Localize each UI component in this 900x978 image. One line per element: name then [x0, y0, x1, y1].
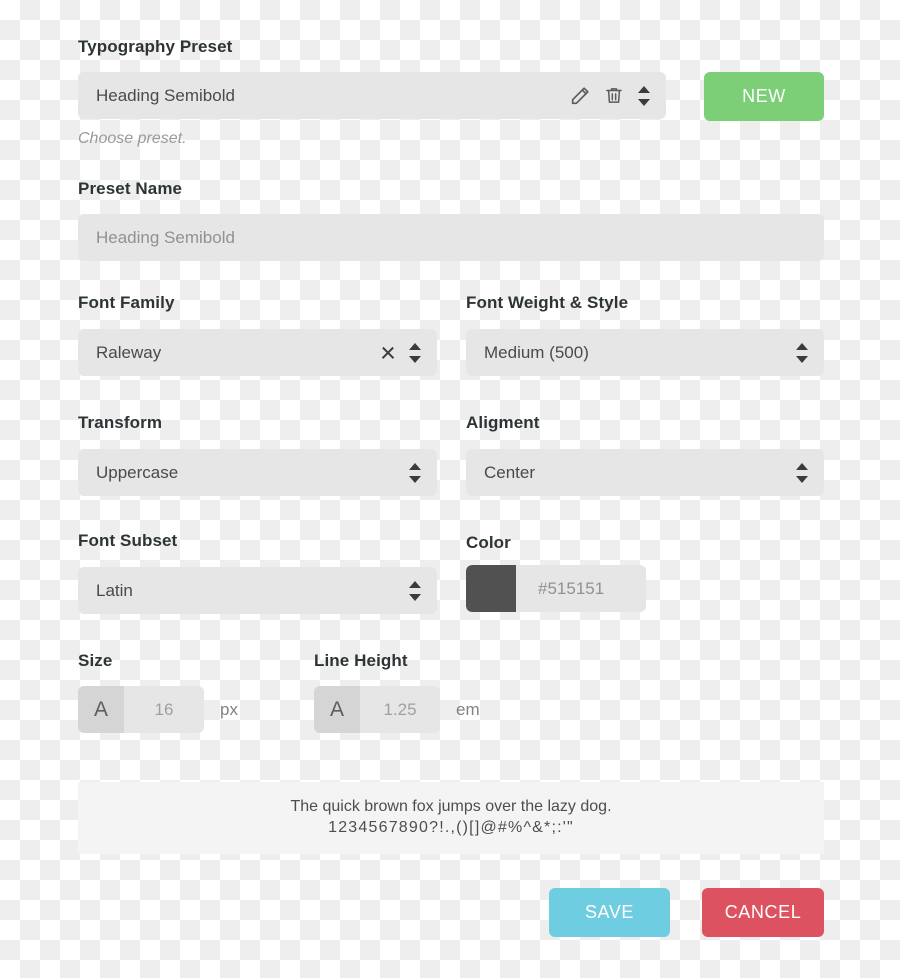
font-weight-select[interactable]: Medium (500) — [466, 329, 824, 376]
line-height-input-group[interactable]: A 1.25 em — [314, 686, 480, 733]
typography-preset-select[interactable]: Heading Semibold — [78, 72, 666, 119]
transform-label: Transform — [78, 413, 163, 432]
preview-glyph-text: 1234567890?!.,()[]@#%^&*;:'" — [328, 819, 574, 836]
pencil-icon[interactable] — [563, 79, 597, 113]
updown-spinner-icon[interactable] — [402, 456, 428, 490]
size-input[interactable]: 16 — [124, 686, 204, 733]
updown-spinner-icon[interactable] — [402, 574, 428, 608]
line-height-unit: em — [456, 699, 480, 719]
font-weight-value: Medium (500) — [484, 342, 589, 362]
font-family-label: Font Family — [78, 293, 175, 312]
color-label: Color — [466, 533, 511, 552]
color-picker[interactable]: #515151 — [466, 565, 646, 612]
font-size-glyph-icon: A — [78, 686, 124, 733]
preview-sample-text: The quick brown fox jumps over the lazy … — [290, 798, 612, 816]
typography-preset-value: Heading Semibold — [96, 85, 235, 105]
updown-spinner-icon[interactable] — [631, 79, 657, 113]
color-hex-value: #515151 — [538, 578, 605, 598]
font-family-value: Raleway — [96, 342, 162, 362]
close-x-icon[interactable] — [376, 341, 400, 365]
save-button[interactable]: SAVE — [549, 888, 670, 937]
preset-name-input[interactable]: Heading Semibold — [78, 214, 824, 261]
typography-preset-hint: Choose preset. — [78, 130, 187, 147]
line-height-glyph-icon: A — [314, 686, 360, 733]
transform-select[interactable]: Uppercase — [78, 449, 437, 496]
preset-name-label: Preset Name — [78, 179, 183, 198]
size-input-group[interactable]: A 16 px — [78, 686, 238, 733]
updown-spinner-icon[interactable] — [789, 336, 815, 370]
cancel-button[interactable]: CANCEL — [702, 888, 824, 937]
size-unit: px — [220, 699, 238, 719]
font-subset-label: Font Subset — [78, 531, 178, 550]
trash-icon[interactable] — [597, 79, 631, 113]
color-swatch[interactable] — [466, 565, 516, 612]
aligment-select[interactable]: Center — [466, 449, 824, 496]
aligment-value: Center — [484, 462, 536, 482]
updown-spinner-icon[interactable] — [402, 336, 428, 370]
line-height-label: Line Height — [314, 651, 408, 670]
new-preset-button[interactable]: NEW — [704, 72, 824, 121]
transform-value: Uppercase — [96, 462, 179, 482]
aligment-label: Aligment — [466, 413, 540, 432]
font-subset-value: Latin — [96, 580, 133, 600]
updown-spinner-icon[interactable] — [789, 456, 815, 490]
size-label: Size — [78, 651, 113, 670]
typography-preview-panel: The quick brown fox jumps over the lazy … — [78, 782, 824, 854]
font-subset-select[interactable]: Latin — [78, 567, 437, 614]
preset-name-value: Heading Semibold — [96, 227, 235, 247]
line-height-input[interactable]: 1.25 — [360, 686, 440, 733]
typography-preset-label: Typography Preset — [78, 37, 233, 56]
typography-preset-form: Typography Preset Heading Semibold Choos… — [78, 0, 824, 978]
font-weight-label: Font Weight & Style — [466, 293, 629, 312]
font-family-select[interactable]: Raleway — [78, 329, 437, 376]
